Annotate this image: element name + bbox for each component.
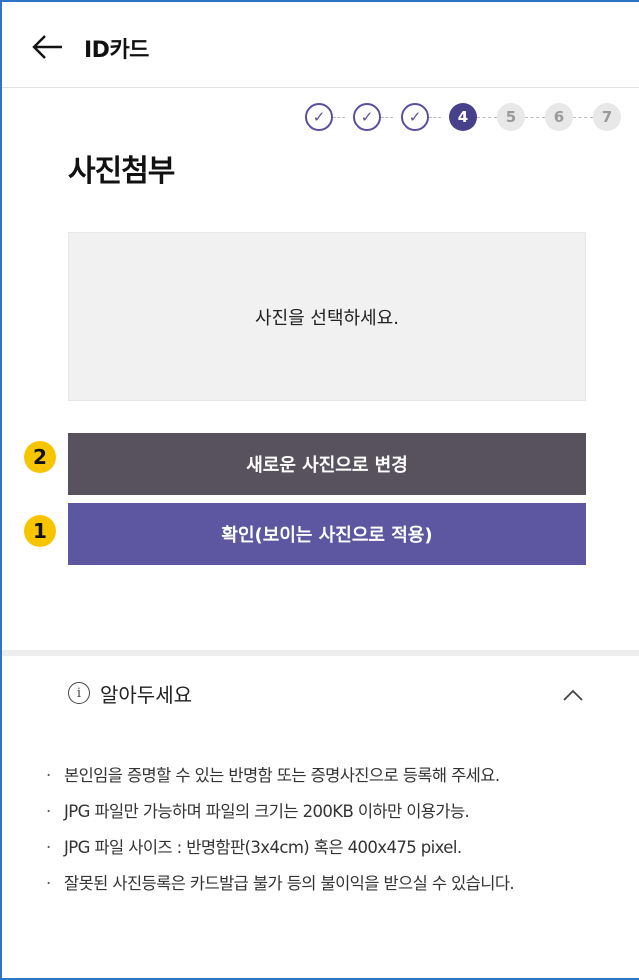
photo-preview[interactable]: 사진을 선택하세요. xyxy=(68,232,586,401)
step-indicator: ✓ ✓ ✓ 4 5 6 7 xyxy=(305,103,625,131)
chevron-up-icon[interactable] xyxy=(562,684,584,706)
step-5: 5 xyxy=(497,103,525,131)
info-icon: i xyxy=(68,682,90,704)
notice-list: 본인임을 증명할 수 있는 반명함 또는 증명사진으로 등록해 주세요. JPG… xyxy=(44,762,614,906)
header: ID카드 xyxy=(2,2,639,88)
photo-placeholder: 사진을 선택하세요. xyxy=(255,307,399,329)
step-7: 7 xyxy=(593,103,621,131)
notice-item: JPG 파일 사이즈 : 반명함판(3x4cm) 혹은 400x475 pixe… xyxy=(44,834,614,862)
step-1-done: ✓ xyxy=(305,103,333,131)
step-2-done: ✓ xyxy=(353,103,381,131)
page-title: ID카드 xyxy=(84,38,149,63)
notice-item: 잘못된 사진등록은 카드발급 불가 등의 불이익을 받으실 수 있습니다. xyxy=(44,870,614,898)
section-title: 사진첨부 xyxy=(68,154,175,189)
notice-item: 본인임을 증명할 수 있는 반명함 또는 증명사진으로 등록해 주세요. xyxy=(44,762,614,790)
notice-toggle[interactable]: i 알아두세요 xyxy=(68,676,588,716)
step-4-current: 4 xyxy=(449,103,477,131)
section-divider xyxy=(2,650,639,656)
confirm-button[interactable]: 확인(보이는 사진으로 적용) xyxy=(68,503,586,565)
step-6: 6 xyxy=(545,103,573,131)
step-3-done: ✓ xyxy=(401,103,429,131)
notice-title: 알아두세요 xyxy=(100,683,192,707)
notice-item: JPG 파일만 가능하며 파일의 크기는 200KB 이하만 이용가능. xyxy=(44,798,614,826)
badge-2: 2 xyxy=(24,441,56,473)
badge-1: 1 xyxy=(24,515,56,547)
change-photo-button[interactable]: 새로운 사진으로 변경 xyxy=(68,433,586,495)
arrow-left-icon[interactable] xyxy=(30,32,64,62)
